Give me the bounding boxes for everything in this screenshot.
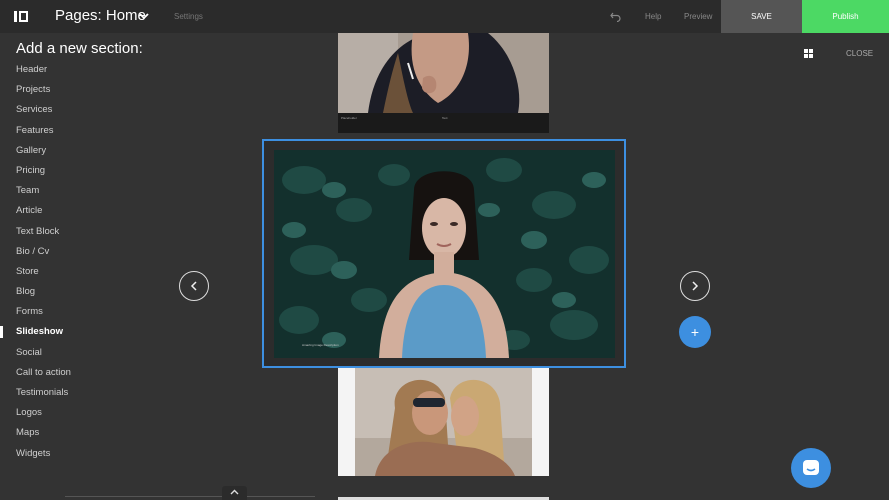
preview-link[interactable]: Preview bbox=[684, 12, 712, 21]
chevron-left-icon bbox=[190, 281, 197, 291]
section-item-logos[interactable]: Logos bbox=[0, 403, 160, 423]
slide-caption-left: Placeholder bbox=[341, 116, 357, 120]
sidebar-title: Add a new section: bbox=[16, 40, 143, 57]
section-item-team[interactable]: Team bbox=[0, 181, 160, 201]
previous-slide-button[interactable] bbox=[179, 271, 209, 301]
section-item-testimonials[interactable]: Testimonials bbox=[0, 383, 160, 403]
save-button[interactable]: SAVE bbox=[721, 0, 802, 33]
section-item-slideshow[interactable]: Slideshow bbox=[0, 322, 160, 342]
section-item-blog[interactable]: Blog bbox=[0, 282, 160, 302]
sidebar-toggle-icon[interactable] bbox=[14, 11, 28, 22]
chat-button[interactable] bbox=[791, 448, 831, 488]
section-item-pricing[interactable]: Pricing bbox=[0, 161, 160, 181]
section-item-header[interactable]: Header bbox=[0, 60, 160, 80]
section-item-gallery[interactable]: Gallery bbox=[0, 141, 160, 161]
section-item-maps[interactable]: Maps bbox=[0, 423, 160, 443]
undo-icon[interactable] bbox=[610, 11, 621, 22]
slide-preview-previous[interactable]: Placeholder Text bbox=[338, 33, 549, 133]
section-item-services[interactable]: Services bbox=[0, 100, 160, 120]
slide-preview-next[interactable] bbox=[338, 368, 549, 476]
section-list: Header Projects Services Features Galler… bbox=[0, 60, 160, 464]
section-item-forms[interactable]: Forms bbox=[0, 302, 160, 322]
next-slide-button[interactable] bbox=[680, 271, 710, 301]
chevron-down-icon[interactable] bbox=[139, 11, 149, 21]
section-item-features[interactable]: Features bbox=[0, 121, 160, 141]
page-selector[interactable]: Pages: Home bbox=[55, 7, 146, 24]
grid-icon[interactable] bbox=[804, 49, 813, 58]
section-item-widgets[interactable]: Widgets bbox=[0, 444, 160, 464]
slide-photo-two-women bbox=[355, 368, 532, 476]
chevron-right-icon bbox=[692, 281, 699, 291]
section-item-call-to-action[interactable]: Call to action bbox=[0, 363, 160, 383]
help-link[interactable]: Help bbox=[645, 12, 661, 21]
section-item-projects[interactable]: Projects bbox=[0, 80, 160, 100]
top-bar: Pages: Home Settings Help Preview SAVE P… bbox=[0, 0, 889, 33]
slide-caption: Amazing Image Description bbox=[302, 343, 339, 347]
settings-link[interactable]: Settings bbox=[174, 12, 203, 21]
section-item-store[interactable]: Store bbox=[0, 262, 160, 282]
slide-caption-right: Text bbox=[442, 116, 448, 120]
chevron-up-icon bbox=[230, 489, 239, 495]
collapse-tab[interactable] bbox=[222, 486, 247, 500]
close-button[interactable]: CLOSE bbox=[846, 49, 873, 58]
slide-photo-woman-in-leaves bbox=[274, 150, 615, 358]
publish-button[interactable]: Publish bbox=[802, 0, 889, 33]
chat-icon bbox=[803, 460, 819, 475]
section-item-social[interactable]: Social bbox=[0, 343, 160, 363]
section-item-bio-cv[interactable]: Bio / Cv bbox=[0, 242, 160, 262]
add-slide-button[interactable]: + bbox=[679, 316, 711, 348]
slide-photo-smoking-woman bbox=[338, 33, 549, 113]
section-item-text-block[interactable]: Text Block bbox=[0, 222, 160, 242]
section-item-article[interactable]: Article bbox=[0, 201, 160, 221]
bottom-divider bbox=[65, 496, 315, 497]
slide-preview-selected[interactable]: Amazing Image Description bbox=[262, 139, 626, 368]
